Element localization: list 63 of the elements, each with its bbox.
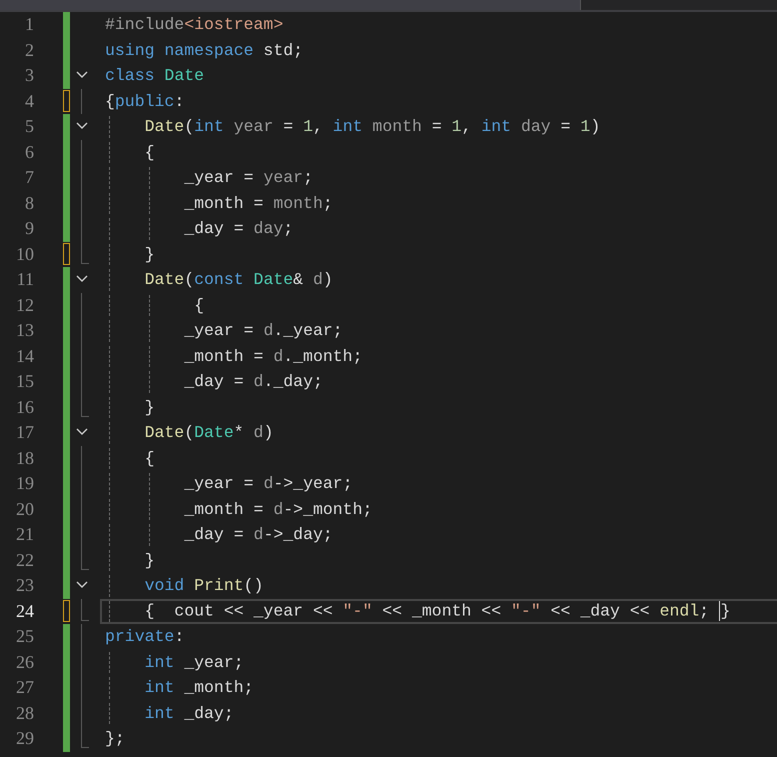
code-line: }	[144, 398, 155, 417]
code-line: void Print()	[144, 576, 264, 596]
code-line: _year = d->_year;	[183, 474, 353, 494]
line-number: 20	[15, 498, 34, 520]
code-line: Date(Date* d)	[144, 423, 274, 442]
code-line: _month = d->_month;	[183, 500, 372, 519]
code-line: _month = d._month;	[183, 346, 362, 366]
code-line: using namespace std;	[105, 40, 304, 60]
collapse-icon[interactable]	[76, 275, 88, 283]
code-line: {	[144, 142, 155, 162]
line-number: 17	[15, 422, 34, 444]
code-line: };	[105, 729, 125, 748]
code-line: }	[144, 550, 155, 570]
code-line: int _day;	[144, 704, 234, 723]
code-line: Date(const Date& d)	[144, 270, 333, 290]
collapse-icon[interactable]	[76, 581, 88, 589]
code-line: { cout << _year << "-" << _month << "-" << _day << endl; }	[144, 601, 730, 622]
line-number: 25	[15, 626, 34, 648]
collapse-icon[interactable]	[76, 428, 88, 436]
line-number: 3	[24, 65, 34, 86]
code-line: _year = d._year;	[183, 321, 343, 340]
code-line: Date(int year = 1, int month = 1, int day = 1)	[144, 117, 600, 136]
collapse-icon[interactable]	[76, 122, 88, 130]
line-number: 14	[15, 346, 34, 367]
code-line: {	[144, 448, 155, 468]
code-line: _day = d._day;	[183, 372, 323, 392]
code-line: int _year;	[144, 652, 244, 672]
line-number: 29	[15, 728, 34, 750]
line-number: 26	[15, 652, 34, 673]
code-line: {public:	[105, 92, 184, 111]
line-number: 27	[15, 677, 34, 698]
code-line: private:	[105, 627, 184, 646]
code-line: _year = year;	[183, 168, 313, 188]
line-number: 21	[15, 524, 34, 546]
line-number: 28	[15, 702, 34, 724]
line-number: 7	[24, 167, 34, 188]
code-line: {	[193, 296, 204, 315]
line-number: 2	[24, 40, 34, 61]
code-line: int _month;	[144, 678, 254, 698]
line-number: 16	[15, 396, 34, 418]
code-line: class Date	[105, 66, 204, 86]
line-number: 10	[15, 244, 34, 265]
line-number: 9	[24, 218, 34, 240]
line-number: 12	[15, 294, 34, 316]
line-number: 8	[24, 192, 34, 214]
code-line: _day = day;	[183, 219, 294, 238]
code-line: _month = month;	[183, 194, 333, 213]
line-number: 15	[15, 371, 34, 392]
line-number: 5	[24, 116, 34, 138]
code-line: #include<iostream>	[105, 15, 284, 34]
line-number: 22	[15, 550, 34, 571]
line-number: 18	[15, 448, 34, 469]
line-number: 6	[24, 142, 34, 163]
line-number: 19	[15, 473, 34, 494]
code-line: }	[144, 244, 155, 264]
line-number: 11	[16, 269, 34, 290]
collapse-icon[interactable]	[76, 71, 88, 79]
line-number: 13	[15, 320, 34, 342]
line-number: 24	[15, 600, 34, 622]
line-number: 1	[24, 14, 34, 36]
code-line: _day = d->_day;	[183, 525, 333, 544]
line-number: 4	[24, 90, 34, 112]
line-number: 23	[15, 575, 34, 596]
